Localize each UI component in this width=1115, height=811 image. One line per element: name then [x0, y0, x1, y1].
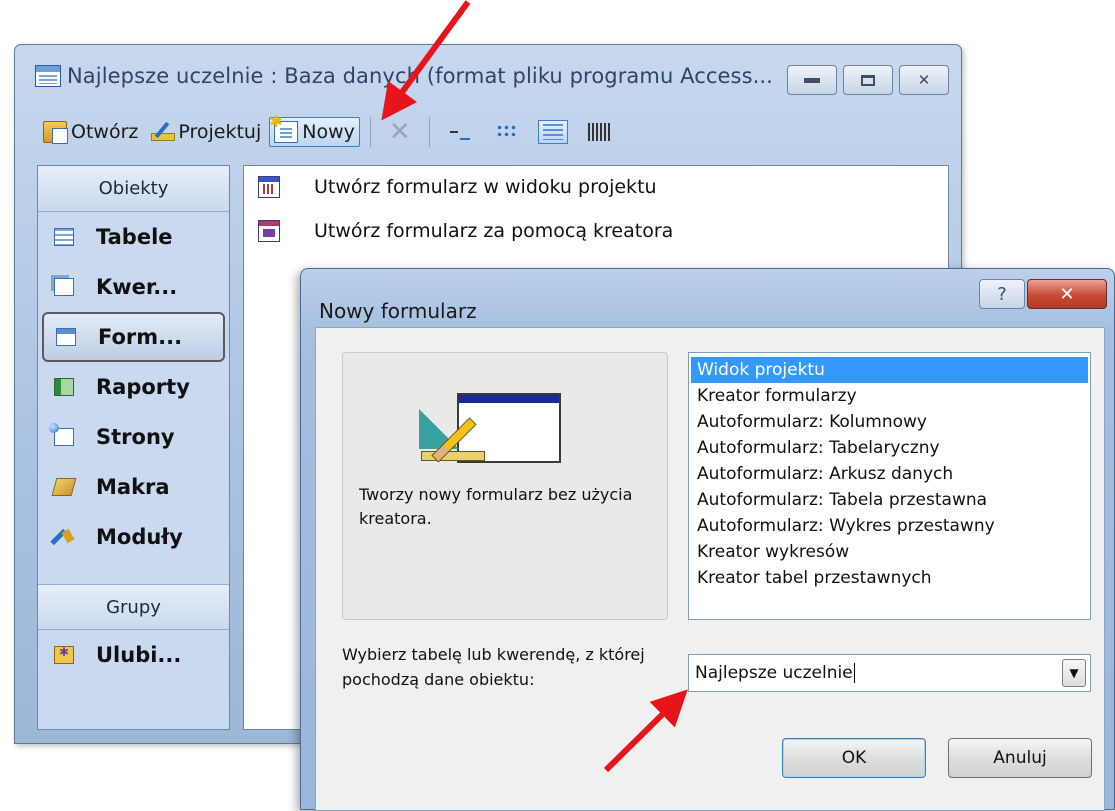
objects-bar: Obiekty Tabele Kwer... Form... Raporty S… — [37, 165, 230, 730]
dialog-close-button[interactable]: ✕ — [1027, 279, 1107, 309]
help-button[interactable]: ? — [979, 279, 1025, 309]
combobox-dropdown-button[interactable]: ▼ — [1062, 659, 1086, 687]
objects-item-label: Moduły — [96, 525, 183, 549]
close-icon: ✕ — [917, 71, 931, 89]
objects-item-pages[interactable]: Strony — [38, 412, 229, 462]
maximize-button[interactable] — [843, 65, 893, 95]
minimize-button[interactable] — [787, 65, 837, 95]
objects-item-forms[interactable]: Form... — [42, 312, 225, 362]
form-type-item[interactable]: Autoformularz: Kolumnowy — [691, 409, 1088, 435]
query-icon — [54, 278, 74, 296]
toolbar-separator — [369, 117, 371, 147]
database-window-titlebar[interactable]: Najlepsze uczelnie : Baza danych (format… — [15, 45, 961, 107]
page-icon — [49, 423, 74, 446]
favorites-icon — [54, 645, 74, 664]
objects-item-label: Form... — [98, 325, 183, 349]
toolbar-separator — [428, 117, 430, 147]
details-view-icon[interactable] — [584, 120, 614, 144]
form-type-item[interactable]: Autoformularz: Tabelaryczny — [691, 435, 1088, 461]
objects-item-queries[interactable]: Kwer... — [38, 262, 229, 312]
new-form-dialog: Nowy formularz ? ✕ Tworzy nowy formularz… — [300, 268, 1115, 811]
groups-item-label: Ulubi... — [96, 643, 182, 667]
dialog-title: Nowy formularz — [319, 299, 477, 323]
source-table-value[interactable]: Najlepsze uczelnie — [695, 663, 855, 683]
dialog-body: Tworzy nowy formularz bez użycia kreator… — [315, 327, 1105, 811]
list-item-create-design[interactable]: Utwórz formularz w widoku projektu — [258, 176, 657, 198]
objects-item-reports[interactable]: Raporty — [38, 362, 229, 412]
design-view-icon — [258, 176, 280, 198]
list-item-create-wizard[interactable]: Utwórz formularz za pomocą kreatora — [258, 220, 673, 242]
preview-panel: Tworzy nowy formularz bez użycia kreator… — [342, 352, 668, 620]
list-item-label: Utwórz formularz w widoku projektu — [314, 176, 657, 198]
objects-header[interactable]: Obiekty — [38, 166, 229, 212]
database-window-title: Najlepsze uczelnie : Baza danych (format… — [67, 64, 773, 88]
new-label: Nowy — [302, 121, 355, 143]
form-icon — [56, 328, 76, 346]
form-type-list[interactable]: Widok projektu Kreator formularzy Autofo… — [688, 352, 1091, 620]
minimize-icon — [804, 77, 820, 83]
objects-item-macros[interactable]: Makra — [38, 462, 229, 512]
source-table-label: Wybierz tabelę lub kwerendę, z której po… — [342, 645, 645, 689]
objects-item-label: Kwer... — [96, 275, 178, 299]
design-label: Projektuj — [178, 121, 262, 143]
objects-item-label: Makra — [96, 475, 170, 499]
form-type-item[interactable]: Autoformularz: Wykres przestawny — [691, 513, 1088, 539]
close-button[interactable]: ✕ — [899, 65, 949, 95]
table-icon — [54, 228, 74, 246]
new-button[interactable]: Nowy — [269, 112, 360, 147]
ok-button[interactable]: OK — [782, 738, 926, 778]
database-icon — [35, 65, 61, 87]
large-icons-view-icon[interactable] — [446, 120, 476, 144]
groups-item-favorites[interactable]: Ulubi... — [38, 630, 229, 680]
list-view-icon[interactable] — [537, 120, 568, 144]
form-type-item[interactable]: Widok projektu — [691, 357, 1088, 383]
chevron-down-icon: ▼ — [1069, 666, 1079, 680]
wizard-icon — [258, 220, 280, 242]
database-toolbar: Otwórz Projektuj Nowy ✕ — [15, 107, 961, 157]
open-label: Otwórz — [71, 121, 139, 143]
form-type-item[interactable]: Kreator formularzy — [691, 383, 1088, 409]
design-button[interactable]: Projektuj — [146, 118, 265, 146]
new-object-icon — [269, 112, 299, 143]
open-button[interactable]: Otwórz — [39, 118, 142, 146]
report-icon — [54, 378, 74, 396]
open-icon — [43, 121, 68, 144]
objects-item-label: Raporty — [96, 375, 190, 399]
help-icon: ? — [997, 283, 1007, 305]
preview-description: Tworzy nowy formularz bez użycia kreator… — [359, 485, 633, 528]
delete-icon[interactable]: ✕ — [381, 117, 419, 147]
list-item-label: Utwórz formularz za pomocą kreatora — [314, 220, 674, 242]
objects-item-label: Tabele — [96, 225, 173, 249]
form-type-item[interactable]: Kreator tabel przestawnych — [691, 565, 1088, 591]
small-icons-view-icon[interactable] — [492, 120, 522, 144]
design-view-illustration-icon — [419, 393, 561, 473]
form-type-item[interactable]: Autoformularz: Tabela przestawna — [691, 487, 1088, 513]
form-type-item[interactable]: Autoformularz: Arkusz danych — [691, 461, 1088, 487]
macro-icon — [51, 478, 77, 496]
groups-header[interactable]: Grupy — [38, 584, 229, 630]
design-icon — [150, 121, 176, 143]
source-table-combobox[interactable]: Najlepsze uczelnie ▼ — [688, 654, 1091, 692]
maximize-icon — [861, 74, 875, 86]
objects-item-modules[interactable]: Moduły — [38, 512, 229, 562]
close-icon: ✕ — [1059, 283, 1075, 305]
objects-item-label: Strony — [96, 425, 175, 449]
objects-item-tables[interactable]: Tabele — [38, 212, 229, 262]
form-type-item[interactable]: Kreator wykresów — [691, 539, 1088, 565]
module-icon — [54, 528, 74, 546]
cancel-button[interactable]: Anuluj — [948, 738, 1092, 778]
